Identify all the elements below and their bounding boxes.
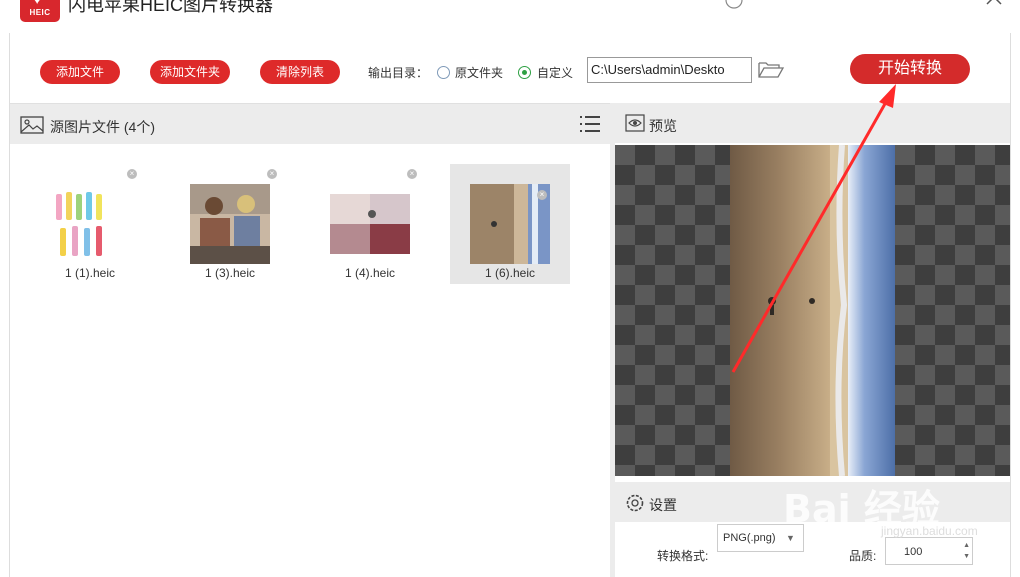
quality-value: 100 — [904, 546, 923, 558]
source-files-title: 源图片文件 (4个) — [50, 119, 155, 135]
start-convert-button[interactable]: 开始转换 — [850, 54, 970, 84]
minimize-icon[interactable] — [940, 0, 960, 10]
watermark: Bai 经验 jingyan.baidu.com — [783, 470, 1013, 540]
file-tile[interactable]: × 1 (3).heic — [170, 164, 290, 284]
toolbar: 添加文件 添加文件夹 清除列表 输出目录： 原文件夹 自定义 C:\Users\… — [10, 33, 1010, 103]
preview-header: 预览 — [615, 103, 1010, 143]
format-label: 转换格式: — [657, 549, 709, 563]
app-title: 闪电苹果HEIC图片转换器 — [68, 0, 274, 15]
file-thumbnail-bottles — [50, 184, 130, 264]
clear-list-button[interactable]: 清除列表 — [260, 60, 340, 84]
file-name: 1 (1).heic — [64, 266, 116, 280]
add-folder-button[interactable]: 添加文件夹 — [150, 60, 230, 84]
folder-open-icon[interactable] — [757, 60, 785, 80]
spin-down-icon[interactable]: ▼ — [963, 553, 970, 561]
settings-title: 设置 — [649, 497, 677, 513]
eye-icon — [625, 114, 645, 132]
preview-area — [615, 145, 1010, 476]
format-value: PNG(.png) — [723, 532, 776, 544]
radio-original-folder-label[interactable]: 原文件夹 — [455, 64, 503, 81]
file-tile[interactable]: × 1 (1).heic — [30, 164, 150, 284]
radio-custom[interactable] — [518, 66, 531, 79]
source-files-header: 源图片文件 (4个) — [10, 103, 610, 144]
file-name: 1 (3).heic — [204, 266, 256, 280]
title-bar: ♥ HEIC 闪电苹果HEIC图片转换器 — [0, 0, 1020, 33]
file-tile[interactable]: × 1 (4).heic — [310, 164, 430, 284]
list-view-icon[interactable] — [579, 113, 601, 135]
gear-icon — [626, 494, 644, 512]
image-icon — [20, 116, 44, 134]
chat-icon[interactable] — [724, 0, 744, 10]
file-thumbnail-people — [190, 184, 270, 264]
file-name: 1 (6).heic — [484, 266, 536, 280]
file-tile-selected[interactable]: × 1 (6).heic — [450, 164, 570, 284]
radio-original-folder[interactable] — [437, 66, 450, 79]
logo-text: HEIC — [29, 8, 51, 17]
output-path-input[interactable]: C:\Users\admin\Deskto — [587, 57, 752, 83]
output-dir-label: 输出目录： — [368, 66, 429, 80]
remove-file-icon[interactable]: × — [537, 190, 547, 200]
preview-title: 预览 — [649, 118, 677, 134]
preview-image — [730, 145, 895, 476]
quality-label: 品质: — [849, 549, 877, 563]
file-name: 1 (4).heic — [344, 266, 396, 280]
file-thumbnail-palette — [330, 184, 410, 264]
watermark-sub: jingyan.baidu.com — [881, 524, 978, 538]
file-grid: × 1 (1).heic × 1 (3).heic × 1 (4).heic ×… — [10, 144, 610, 577]
close-icon[interactable] — [984, 0, 1004, 10]
app-logo: ♥ HEIC — [20, 0, 60, 22]
spin-up-icon[interactable]: ▲ — [963, 542, 970, 550]
remove-file-icon[interactable]: × — [407, 169, 417, 179]
heart-icon: ♥ — [33, 0, 41, 6]
remove-file-icon[interactable]: × — [267, 169, 277, 179]
quality-stepper[interactable]: 100 ▲ ▼ — [885, 537, 973, 565]
add-file-button[interactable]: 添加文件 — [40, 60, 120, 84]
remove-file-icon[interactable]: × — [127, 169, 137, 179]
radio-custom-label[interactable]: 自定义 — [537, 64, 573, 81]
